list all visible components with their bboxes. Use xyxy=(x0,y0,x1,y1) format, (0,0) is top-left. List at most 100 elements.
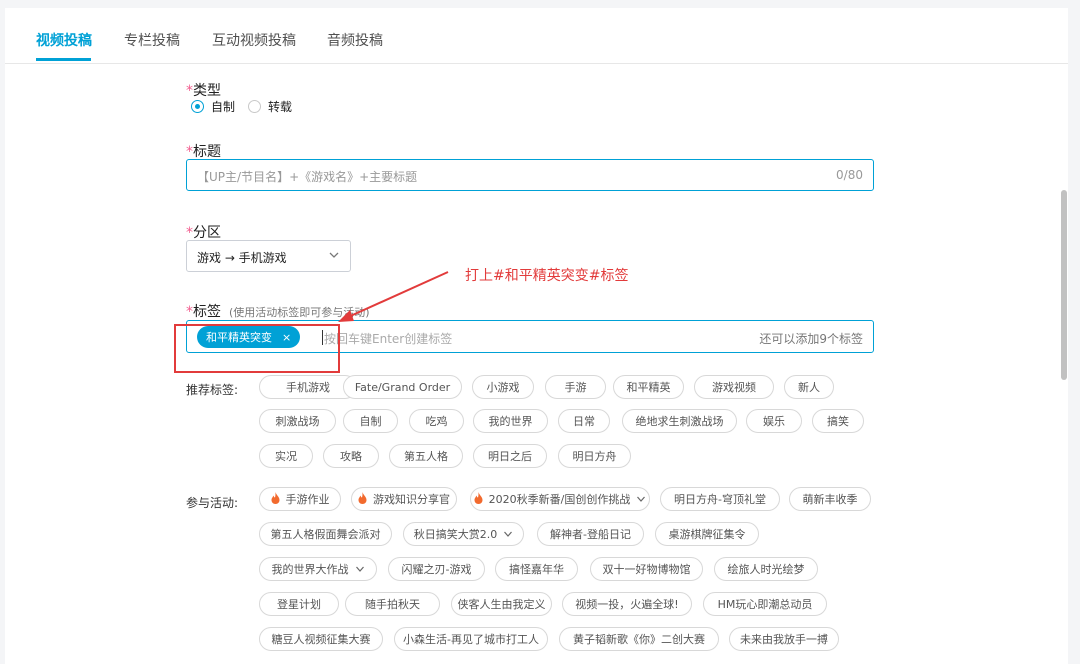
radio-self-made[interactable]: 自制 xyxy=(191,98,235,115)
zone-select[interactable]: 游戏 → 手机游戏 xyxy=(186,240,351,272)
recommended-tag-label: 明日之后 xyxy=(488,450,532,463)
recommended-tag[interactable]: 手游 xyxy=(545,375,606,399)
activity-tag-label: 搞怪嘉年华 xyxy=(509,563,564,576)
activity-tag-label: 登星计划 xyxy=(277,598,321,611)
title-label: *标题 xyxy=(186,141,221,161)
activity-tag-label: 闪耀之刃-游戏 xyxy=(401,563,472,576)
activity-tag[interactable]: 萌新丰收季 xyxy=(789,487,871,511)
activity-tag[interactable]: 糖豆人视频征集大赛 xyxy=(259,627,383,651)
chevron-down-icon xyxy=(355,566,364,572)
type-label: *类型 xyxy=(186,80,221,100)
recommended-tag[interactable]: 新人 xyxy=(784,375,834,399)
recommended-tag[interactable]: 明日方舟 xyxy=(558,444,631,468)
recommended-tag[interactable]: 攻略 xyxy=(323,444,379,468)
activity-tag[interactable]: 秋日搞笑大赏2.0 xyxy=(403,522,524,546)
recommended-tag-label: 实况 xyxy=(275,450,297,463)
recommended-tag-label: 手机游戏 xyxy=(286,381,330,394)
activity-tag[interactable]: HM玩心即潮总动员 xyxy=(703,592,827,616)
recommended-tag[interactable]: 绝地求生刺激战场 xyxy=(622,409,737,433)
activity-tag[interactable]: 黄子韬新歌《你》二创大赛 xyxy=(559,627,719,651)
recommended-tag[interactable]: 刺激战场 xyxy=(259,409,336,433)
recommended-tag[interactable]: 和平精英 xyxy=(613,375,684,399)
recommended-tag[interactable]: 小游戏 xyxy=(472,375,534,399)
radio-unchecked-icon xyxy=(248,100,261,113)
activity-tag-label: 糖豆人视频征集大赛 xyxy=(271,633,371,646)
radio-checked-icon xyxy=(191,100,204,113)
activity-tag[interactable]: 搞怪嘉年华 xyxy=(495,557,578,581)
recommended-tag[interactable]: 明日之后 xyxy=(473,444,547,468)
activity-tag[interactable]: 解神者-登船日记 xyxy=(537,522,644,546)
recommended-tag[interactable]: 第五人格 xyxy=(389,444,463,468)
activities-label: 参与活动: xyxy=(186,496,239,510)
tag-chip[interactable]: 和平精英突变 × xyxy=(197,326,301,348)
activity-tag[interactable]: 闪耀之刃-游戏 xyxy=(388,557,485,581)
tab-video[interactable]: 视频投稿 xyxy=(36,30,92,50)
activity-tag-label: 未来由我放手一搏 xyxy=(740,633,828,646)
close-icon[interactable]: × xyxy=(282,331,291,344)
tag-chip-label: 和平精英突变 xyxy=(206,331,272,344)
tab-article[interactable]: 专栏投稿 xyxy=(124,30,180,50)
activity-tag[interactable]: 未来由我放手一搏 xyxy=(729,627,839,651)
recommended-tag-label: 第五人格 xyxy=(404,450,448,463)
activity-tag[interactable]: 登星计划 xyxy=(259,592,339,616)
required-mark: * xyxy=(186,304,193,320)
activity-tag[interactable]: 游戏知识分享官 xyxy=(351,487,457,511)
activity-tag-label: 解神者-登船日记 xyxy=(550,528,631,541)
activity-tag[interactable]: 明日方舟-穹顶礼堂 xyxy=(660,487,780,511)
activity-tag[interactable]: 我的世界大作战 xyxy=(259,557,377,581)
annotation-text: 打上#和平精英突变#标签 xyxy=(465,268,629,284)
recommended-tag[interactable]: 游戏视频 xyxy=(694,375,774,399)
activity-tag[interactable]: 2020秋季新番/国创创作挑战 xyxy=(470,487,650,511)
activity-tag-label: 手游作业 xyxy=(285,493,330,506)
activity-tag[interactable]: 双十一好物博物馆 xyxy=(590,557,703,581)
recommended-tag-label: 刺激战场 xyxy=(275,415,320,428)
zone-selected-value: 游戏 → 手机游戏 xyxy=(197,251,287,265)
recommended-tag[interactable]: 我的世界 xyxy=(473,409,548,433)
recommended-tag-label: 攻略 xyxy=(340,450,362,463)
activity-tag[interactable]: 手游作业 xyxy=(259,487,341,511)
recommended-tag-label: 绝地求生刺激战场 xyxy=(635,415,724,428)
recommended-tag-label: 新人 xyxy=(798,381,820,394)
activity-tag[interactable]: 第五人格假面舞会派对 xyxy=(259,522,392,546)
activity-tag[interactable]: 绘旅人时光绘梦 xyxy=(714,557,818,581)
tab-audio[interactable]: 音频投稿 xyxy=(327,30,383,50)
activity-tag[interactable]: 侠客人生由我定义 xyxy=(451,592,552,616)
tag-input[interactable]: 和平精英突变 × 按回车键Enter创建标签 还可以添加9个标签 xyxy=(186,320,874,353)
recommended-tag-label: 明日方舟 xyxy=(572,450,617,463)
recommended-tag[interactable]: 吃鸡 xyxy=(409,409,464,433)
recommended-tags-label: 推荐标签: xyxy=(186,383,239,397)
radio-repost[interactable]: 转载 xyxy=(248,98,292,115)
recommended-tag[interactable]: Fate/Grand Order xyxy=(343,375,462,399)
tag-placeholder: 按回车键Enter创建标签 xyxy=(324,332,453,346)
required-mark: * xyxy=(186,144,193,160)
recommended-tag[interactable]: 实况 xyxy=(259,444,313,468)
recommended-tag-label: 和平精英 xyxy=(626,381,671,394)
activity-tag-label: 视频一投，火遍全球! xyxy=(575,598,679,611)
title-placeholder: 【UP主/节目名】+《游戏名》+主要标题 xyxy=(197,170,418,184)
radio-repost-label: 转载 xyxy=(268,100,293,114)
activity-tag[interactable]: 小森生活-再见了城市打工人 xyxy=(394,627,548,651)
activity-tag[interactable]: 随手拍秋天 xyxy=(345,592,440,616)
activity-tag[interactable]: 视频一投，火遍全球! xyxy=(562,592,692,616)
activity-tag-label: 我的世界大作战 xyxy=(271,563,349,576)
recommended-tag-label: 游戏视频 xyxy=(712,381,756,394)
required-mark: * xyxy=(186,83,193,99)
zone-label: *分区 xyxy=(186,222,221,242)
recommended-tag[interactable]: 日常 xyxy=(558,409,610,433)
title-input[interactable]: 【UP主/节目名】+《游戏名》+主要标题 0/80 xyxy=(186,159,874,191)
title-label-text: 标题 xyxy=(193,144,221,160)
scrollbar-thumb[interactable] xyxy=(1061,190,1067,380)
recommended-tag[interactable]: 自制 xyxy=(343,409,398,433)
recommended-tag[interactable]: 娱乐 xyxy=(746,409,802,433)
activity-tag-label: 2020秋季新番/国创创作挑战 xyxy=(488,493,631,506)
chevron-down-icon xyxy=(637,496,646,502)
activity-tag-label: 小森生活-再见了城市打工人 xyxy=(403,633,539,646)
activity-tag[interactable]: 桌游棋牌征集令 xyxy=(655,522,759,546)
activity-tag-label: 随手拍秋天 xyxy=(365,598,420,611)
activity-tag-label: 侠客人生由我定义 xyxy=(457,598,546,611)
tag-hint: (使用活动标签即可参与活动) xyxy=(229,306,370,319)
tab-interactive-video[interactable]: 互动视频投稿 xyxy=(212,30,296,50)
fire-icon xyxy=(358,491,367,507)
recommended-tag[interactable]: 搞笑 xyxy=(812,409,864,433)
activity-tag-label: 游戏知识分享官 xyxy=(373,493,450,506)
